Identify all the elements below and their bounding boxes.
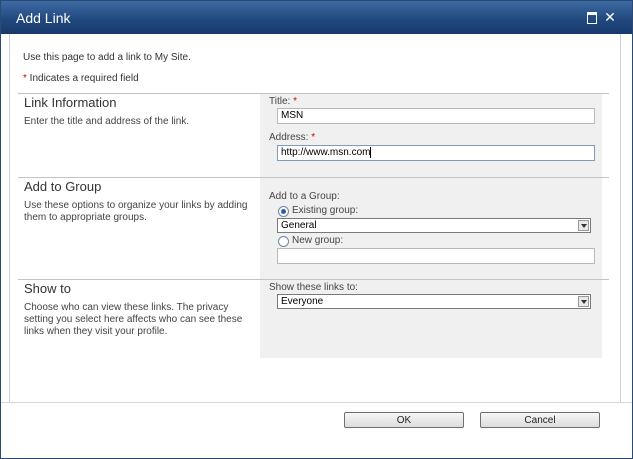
show-to-select[interactable]: Everyone [277, 294, 591, 309]
title-required-star: * [293, 96, 297, 107]
section-divider [18, 177, 609, 178]
section-heading-show-to: Show to [24, 281, 71, 296]
chevron-down-icon[interactable] [578, 220, 589, 231]
section-divider [18, 93, 609, 94]
chevron-down-icon[interactable] [578, 296, 589, 307]
address-label: Address: * [269, 132, 315, 143]
ok-button[interactable]: OK [344, 412, 464, 428]
section-description-add-to-group: Use these options to organize your links… [24, 200, 248, 223]
footer-divider [1, 402, 632, 403]
section-heading-link-information: Link Information [24, 95, 117, 110]
title-label-text: Title: [269, 96, 294, 107]
intro-text: Use this page to add a link to My Site. [23, 52, 191, 63]
address-label-text: Address: [269, 132, 312, 143]
show-to-value: Everyone [281, 296, 324, 307]
new-group-input[interactable] [277, 248, 595, 264]
existing-group-select[interactable]: General [277, 218, 591, 233]
maximize-icon[interactable] [585, 10, 599, 24]
title-input-value: MSN [281, 110, 304, 121]
add-to-group-label: Add to a Group: [269, 191, 340, 202]
title-input[interactable]: MSN [277, 108, 595, 124]
new-group-radio[interactable] [278, 236, 289, 247]
required-text: Indicates a required field [26, 73, 139, 84]
cancel-button[interactable]: Cancel [480, 412, 600, 428]
existing-group-radio[interactable] [278, 206, 289, 217]
section-heading-add-to-group: Add to Group [24, 179, 102, 194]
new-group-label: New group: [292, 235, 344, 246]
section-description-link-information: Enter the title and address of the link. [24, 116, 190, 127]
dialog-body: Use this page to add a link to My Site. … [9, 34, 621, 402]
add-link-dialog: Add Link ✕ Use this page to add a link t… [0, 0, 633, 459]
section-divider [18, 279, 609, 280]
existing-group-value: General [281, 220, 317, 231]
required-note: * Indicates a required field [23, 73, 139, 84]
title-label: Title: * [269, 96, 297, 107]
address-required-star: * [311, 132, 316, 143]
text-caret [370, 146, 372, 158]
close-icon[interactable]: ✕ [603, 10, 617, 24]
show-links-label: Show these links to: [269, 282, 358, 293]
existing-group-label: Existing group: [292, 205, 359, 216]
dialog-titlebar: Add Link ✕ [1, 1, 632, 34]
section-description-show-to: Choose who can view these links. The pri… [24, 302, 243, 337]
address-input[interactable]: http://www.msn.com [277, 145, 595, 161]
dialog-title: Add Link [16, 10, 71, 26]
address-input-value: http://www.msn.com [281, 147, 371, 158]
